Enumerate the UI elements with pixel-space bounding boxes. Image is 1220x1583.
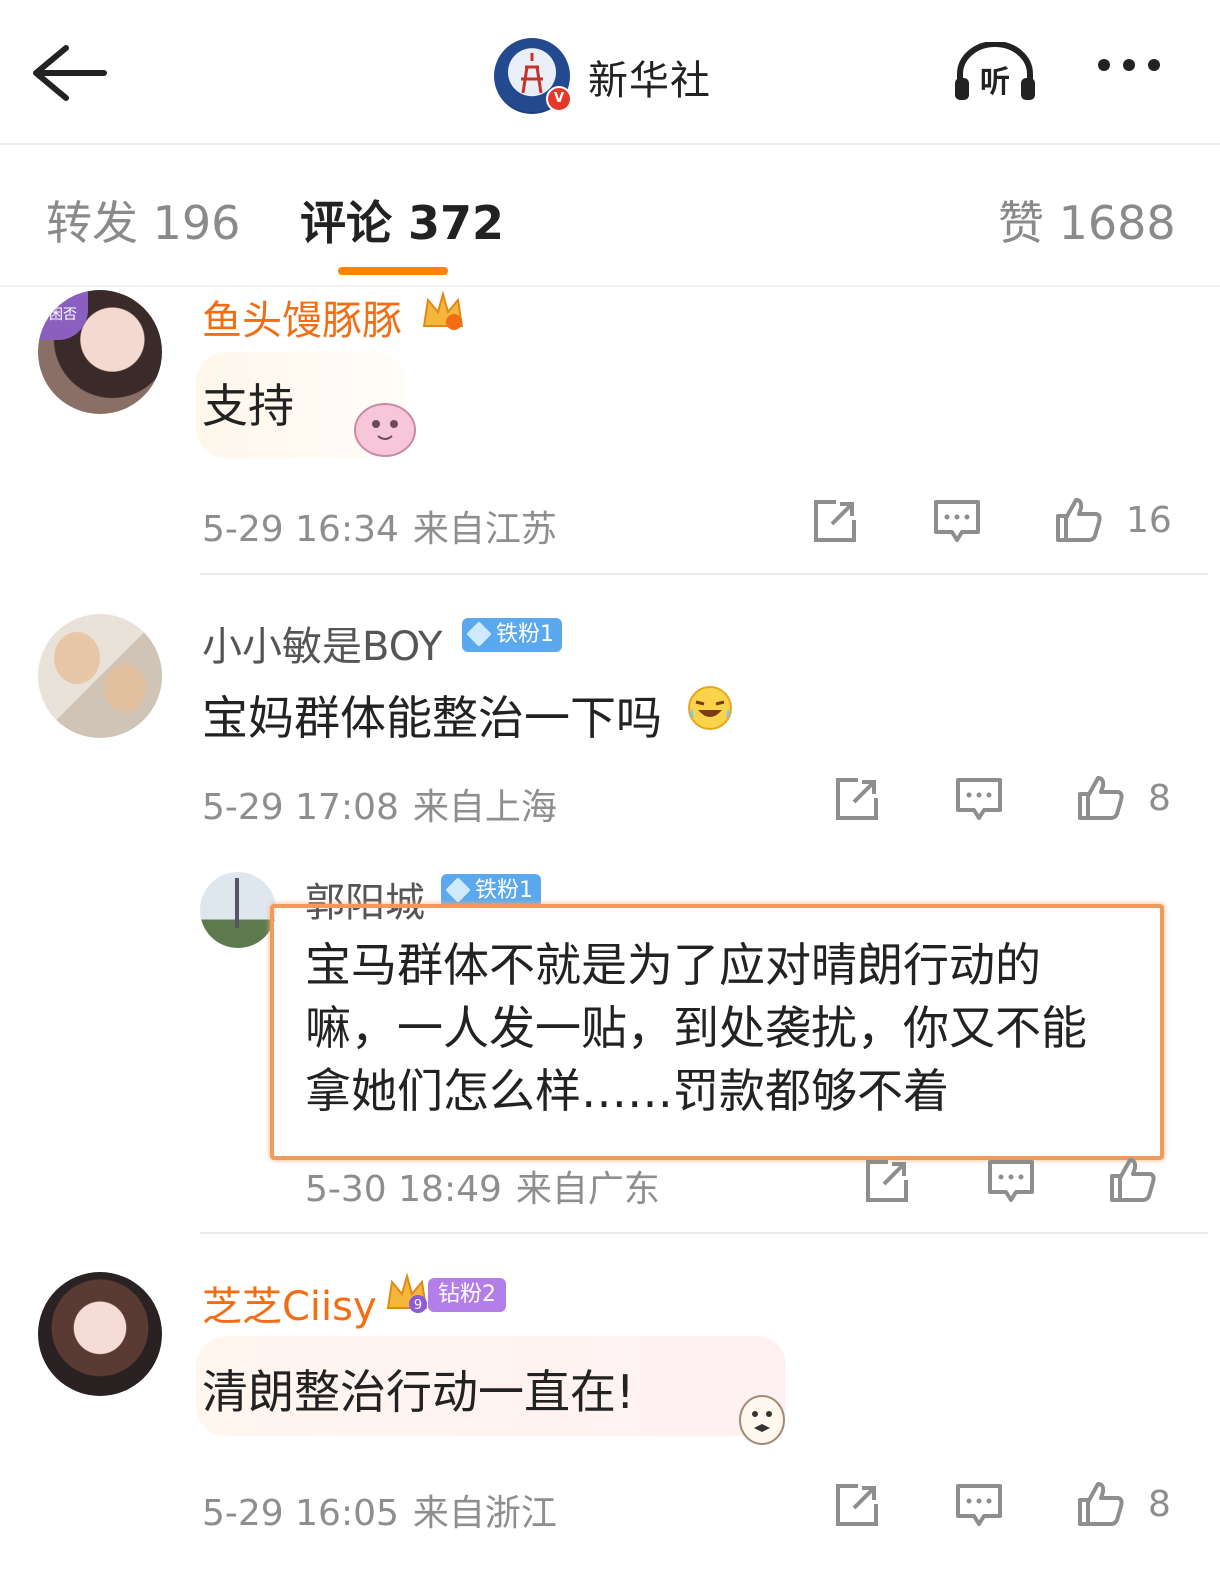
share-icon[interactable]	[832, 1480, 882, 1530]
comment-time: 5-29 16:34	[202, 509, 399, 550]
comment-icon[interactable]	[986, 1156, 1036, 1206]
fan-level-badge: 铁粉1	[441, 874, 541, 908]
like-count: 16	[1126, 500, 1172, 541]
share-icon[interactable]	[810, 496, 860, 546]
avatar-face	[54, 632, 100, 684]
crown-level: 9	[414, 1298, 422, 1313]
comment-location: 来自江苏	[412, 509, 557, 550]
listen-headphones-icon[interactable]: 听	[952, 41, 1038, 102]
fan-level-badge: 铁粉1	[462, 618, 562, 652]
comment-text: 宝妈群体能整治一下吗	[202, 691, 662, 745]
fan-badge-label: 铁粉1	[475, 878, 533, 903]
fan-badge-label: 铁粉1	[496, 622, 554, 647]
tab-comments[interactable]: 评论 372	[300, 187, 504, 253]
puppy-sticker-icon	[730, 1380, 794, 1446]
tab-likes[interactable]: 赞 1688	[998, 187, 1176, 253]
comment-location: 来自浙江	[412, 1493, 557, 1534]
cartoon-cat-sticker-icon	[350, 394, 420, 460]
reply-time: 5-30 18:49	[305, 1169, 502, 1210]
comment-username[interactable]: 芝芝Ciisy	[202, 1274, 377, 1332]
avatar[interactable]	[38, 614, 162, 738]
like-thumb-icon[interactable]	[1054, 494, 1104, 544]
comment-username[interactable]: 鱼头馒豚豚	[202, 288, 402, 346]
active-tab-indicator	[338, 267, 448, 275]
xinhua-logo-avatar[interactable]: V	[494, 38, 572, 114]
comment-icon[interactable]	[954, 1480, 1004, 1530]
vip-crown-icon: 9	[384, 1272, 430, 1316]
comment-meta: 5-29 16:05 来自浙江	[202, 1484, 571, 1536]
like-count: 8	[1148, 1484, 1171, 1525]
reply-text: 宝马群体不就是为了应对晴朗行动的 嘛，一人发一贴，到处袭扰，你又不能 拿她们怎么…	[305, 938, 1087, 1118]
vip-crown-icon	[420, 290, 466, 334]
fan-level-badge: 钻粉2	[428, 1278, 506, 1312]
comment-time: 5-29 17:08	[202, 787, 399, 828]
tab-bar: 转发 196 评论 372 赞 1688	[0, 145, 1220, 287]
page-title: 新华社	[588, 58, 711, 104]
laugh-cry-emoji-icon	[686, 684, 734, 732]
comment-icon[interactable]	[932, 496, 982, 546]
comment-text: 清朗整治行动一直在!	[202, 1365, 635, 1419]
reply-meta: 5-30 18:49 来自广东	[305, 1160, 674, 1212]
like-thumb-icon[interactable]	[1076, 1478, 1126, 1528]
comment-time: 5-29 16:05	[202, 1493, 399, 1534]
share-icon[interactable]	[832, 774, 882, 824]
comment-meta: 5-29 16:34 来自江苏	[202, 500, 571, 552]
avatar-face	[104, 664, 146, 712]
like-count: 8	[1148, 778, 1171, 819]
avatar[interactable]	[200, 872, 276, 948]
divider	[200, 1232, 1208, 1234]
tab-reposts[interactable]: 转发 196	[46, 187, 240, 253]
listen-label: 听	[980, 65, 1010, 100]
comment-username[interactable]: 小小敏是BOY	[202, 614, 442, 672]
comment-icon[interactable]	[954, 774, 1004, 824]
avatar-tower	[235, 878, 239, 928]
avatar[interactable]: 困否	[38, 290, 162, 414]
verified-badge-icon: V	[546, 86, 572, 112]
comment-text: 支持	[202, 379, 294, 433]
reply-location: 来自广东	[515, 1169, 660, 1210]
more-options-icon[interactable]	[1098, 56, 1178, 86]
like-thumb-icon[interactable]	[1108, 1154, 1158, 1204]
share-icon[interactable]	[862, 1156, 912, 1206]
divider	[200, 573, 1208, 575]
comment-location: 来自上海	[412, 787, 557, 828]
back-arrow-icon[interactable]	[30, 42, 110, 104]
avatar-tag: 困否	[38, 290, 88, 340]
avatar[interactable]	[38, 1272, 162, 1396]
top-bar: V 新华社 听	[0, 0, 1220, 145]
like-thumb-icon[interactable]	[1076, 772, 1126, 822]
comment-meta: 5-29 17:08 来自上海	[202, 778, 571, 830]
